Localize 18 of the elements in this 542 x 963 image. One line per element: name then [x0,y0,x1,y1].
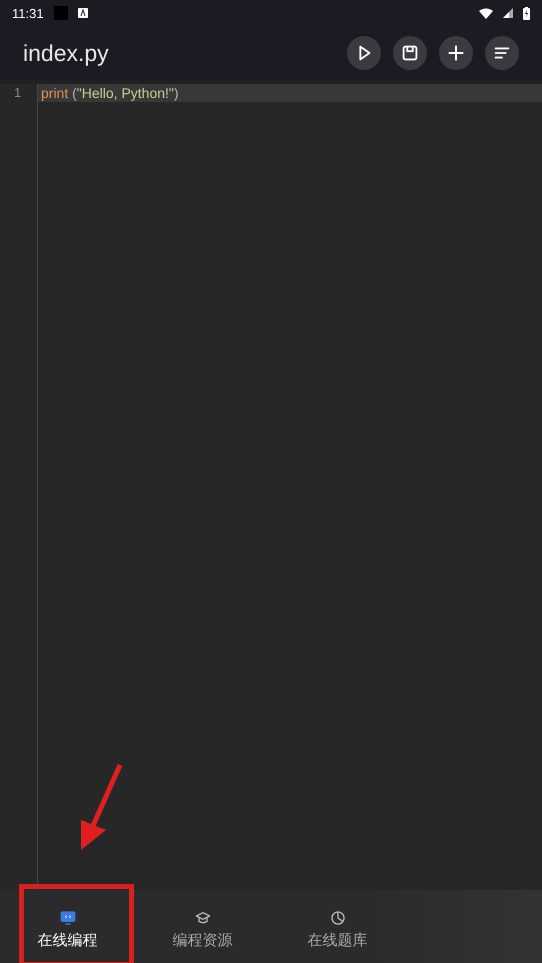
monitor-icon [60,910,76,926]
notification-icon [54,6,68,20]
file-title: index.py [23,40,110,66]
nav-tab[interactable]: 编程资源 [135,890,270,963]
battery-icon [523,6,530,20]
nav-tab[interactable]: 在线题库 [270,890,405,963]
save-button[interactable] [393,36,427,70]
pie-chart-icon [330,910,346,926]
signal-icon [503,8,513,18]
line-number: 1 [13,84,22,102]
nav-tab[interactable]: 在线编程 [0,890,135,963]
status-time: 11:31 [12,6,44,20]
wifi-icon [479,8,493,18]
format-button[interactable] [485,36,519,70]
graduation-cap-icon [194,910,210,926]
run-button[interactable] [347,36,381,70]
notification-icon [78,8,88,18]
add-button[interactable] [439,36,473,70]
